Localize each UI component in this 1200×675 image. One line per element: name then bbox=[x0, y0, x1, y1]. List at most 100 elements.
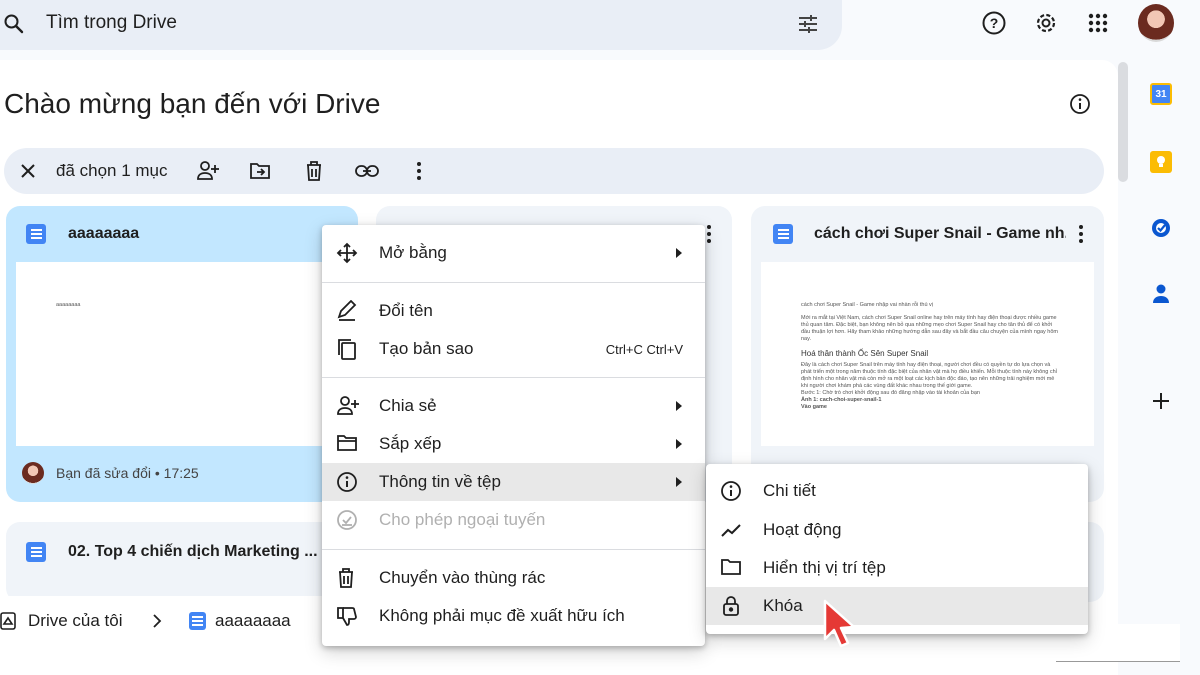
submenu-arrow-icon bbox=[675, 248, 683, 258]
preview-line: Bước 1: Chờ trò chơi khởi động sau đó đă… bbox=[801, 390, 980, 396]
context-menu: Mở bằng Đổi tên Tạo bản sao Ctrl+C Ctrl+… bbox=[322, 225, 705, 646]
doc-icon bbox=[26, 224, 46, 244]
file-card-title: cách chơi Super Snail - Game nh... bbox=[814, 225, 1066, 242]
menu-shortcut: Ctrl+C Ctrl+V bbox=[605, 341, 683, 357]
organize-icon bbox=[336, 433, 358, 455]
preview-paragraph: Đây là cách chơi Super Snail trên máy tí… bbox=[801, 362, 1057, 389]
keep-icon[interactable] bbox=[1150, 151, 1172, 173]
rename-icon bbox=[336, 300, 358, 322]
activity-icon bbox=[720, 519, 742, 541]
submenu-label: Hoạt động bbox=[763, 520, 842, 539]
submenu-arrow-icon bbox=[675, 477, 683, 487]
copy-icon bbox=[336, 338, 358, 360]
menu-item-share[interactable]: Chia sẻ bbox=[322, 387, 705, 425]
menu-label: Mở bằng bbox=[379, 243, 447, 262]
offline-icon bbox=[336, 509, 358, 531]
submenu-item-show-location[interactable]: Hiển thị vị trí tệp bbox=[706, 549, 1088, 587]
breadcrumb-root[interactable]: Drive của tôi bbox=[28, 611, 122, 631]
breadcrumb-file[interactable]: aaaaaaaa bbox=[215, 611, 291, 631]
drive-icon bbox=[0, 612, 16, 630]
preview-heading: Hoá thân thành Ốc Sên Super Snail bbox=[801, 349, 929, 358]
contacts-icon[interactable] bbox=[1152, 283, 1170, 305]
submenu-item-activity[interactable]: Hoạt động bbox=[706, 511, 1088, 549]
calendar-icon[interactable]: 31 bbox=[1150, 83, 1172, 105]
help-icon[interactable]: ? bbox=[976, 5, 1012, 41]
details-icon bbox=[720, 480, 742, 502]
editor-avatar bbox=[22, 462, 44, 484]
preview-line: Vào game bbox=[801, 404, 827, 410]
info-icon[interactable] bbox=[1062, 86, 1098, 122]
menu-item-not-helpful[interactable]: Không phải mục đề xuất hữu ích bbox=[322, 597, 705, 635]
page-title: Chào mừng bạn đến với Drive bbox=[4, 88, 381, 119]
submenu-arrow-icon bbox=[675, 439, 683, 449]
thumb-down-icon bbox=[336, 605, 358, 627]
link-icon[interactable] bbox=[349, 153, 385, 189]
trash-icon bbox=[336, 567, 358, 589]
submenu-label: Chi tiết bbox=[763, 481, 816, 500]
menu-label: Sắp xếp bbox=[379, 434, 442, 453]
menu-label: Đổi tên bbox=[379, 301, 433, 320]
menu-item-open-with[interactable]: Mở bằng bbox=[322, 234, 705, 272]
trash-icon[interactable] bbox=[296, 153, 332, 189]
menu-divider bbox=[322, 377, 705, 378]
tasks-icon[interactable] bbox=[1150, 217, 1172, 239]
open-with-icon bbox=[336, 242, 358, 264]
file-modified-info: Bạn đã sửa đổi • 17:25 bbox=[56, 465, 199, 481]
move-to-folder-icon[interactable] bbox=[242, 153, 278, 189]
menu-divider bbox=[322, 282, 705, 283]
doc-icon bbox=[189, 612, 206, 630]
share-icon bbox=[336, 395, 359, 417]
add-icon[interactable] bbox=[1150, 390, 1172, 412]
search-icon[interactable] bbox=[2, 12, 26, 36]
thumb-text: aaaaaaaa bbox=[56, 302, 81, 308]
menu-label: Không phải mục đề xuất hữu ích bbox=[379, 606, 625, 625]
doc-icon bbox=[773, 224, 793, 244]
file-card-title: 02. Top 4 chiến dịch Marketing ... bbox=[68, 543, 318, 560]
mouse-cursor-icon bbox=[822, 598, 862, 650]
info-icon bbox=[336, 471, 358, 493]
share-icon[interactable] bbox=[190, 153, 226, 189]
close-selection-icon[interactable] bbox=[10, 153, 46, 189]
menu-item-organize[interactable]: Sắp xếp bbox=[322, 425, 705, 463]
menu-label: Cho phép ngoại tuyến bbox=[379, 510, 546, 529]
preview-line: Ảnh 1: cach-choi-super-snail-1 bbox=[801, 397, 882, 403]
folder-icon bbox=[720, 557, 742, 579]
menu-item-make-copy[interactable]: Tạo bản sao Ctrl+C Ctrl+V bbox=[322, 330, 705, 368]
menu-divider bbox=[322, 549, 705, 550]
doc-icon bbox=[26, 542, 46, 562]
selection-count: đã chọn 1 mục bbox=[56, 161, 168, 180]
menu-label: Chuyển vào thùng rác bbox=[379, 568, 546, 587]
doc-preview: cách chơi Super Snail - Game nhập vai nh… bbox=[801, 302, 1059, 411]
menu-item-rename[interactable]: Đổi tên bbox=[322, 292, 705, 330]
chevron-right-icon bbox=[150, 612, 164, 630]
submenu-label: Hiển thị vị trí tệp bbox=[763, 558, 886, 577]
file-card[interactable] bbox=[6, 522, 358, 602]
file-info-submenu: Chi tiết Hoạt động Hiển thị vị trí tệp K… bbox=[706, 464, 1088, 634]
preview-line: cách chơi Super Snail - Game nhập vai nh… bbox=[801, 302, 934, 308]
selection-toolbar bbox=[4, 148, 1104, 194]
menu-label: Chia sẻ bbox=[379, 396, 437, 415]
more-options-icon[interactable] bbox=[706, 224, 712, 244]
menu-label: Tạo bản sao bbox=[379, 339, 474, 358]
settings-icon[interactable] bbox=[1028, 5, 1064, 41]
menu-item-offline: Cho phép ngoại tuyến bbox=[322, 501, 705, 539]
scrollbar[interactable] bbox=[1118, 62, 1128, 182]
file-card-title: aaaaaaaa bbox=[68, 225, 140, 242]
more-options-icon[interactable] bbox=[1078, 224, 1084, 244]
menu-item-file-info[interactable]: Thông tin về tệp bbox=[322, 463, 705, 501]
svg-text:?: ? bbox=[990, 15, 999, 31]
submenu-item-lock[interactable]: Khóa bbox=[706, 587, 1088, 625]
search-input[interactable]: Tìm trong Drive bbox=[46, 12, 177, 34]
submenu-label: Khóa bbox=[763, 596, 803, 615]
file-thumbnail: cách chơi Super Snail - Game nhập vai nh… bbox=[761, 262, 1094, 446]
apps-icon[interactable] bbox=[1080, 5, 1116, 41]
avatar[interactable] bbox=[1138, 4, 1174, 42]
submenu-item-details[interactable]: Chi tiết bbox=[706, 472, 1088, 510]
lock-icon bbox=[720, 595, 742, 617]
preview-paragraph: Mới ra mắt tại Việt Nam, cách chơi Super… bbox=[801, 315, 1058, 342]
search-options-icon[interactable] bbox=[790, 6, 826, 42]
submenu-arrow-icon bbox=[675, 401, 683, 411]
menu-label: Thông tin về tệp bbox=[379, 472, 501, 491]
menu-item-move-to-trash[interactable]: Chuyển vào thùng rác bbox=[322, 559, 705, 597]
more-actions-icon[interactable] bbox=[401, 153, 437, 189]
